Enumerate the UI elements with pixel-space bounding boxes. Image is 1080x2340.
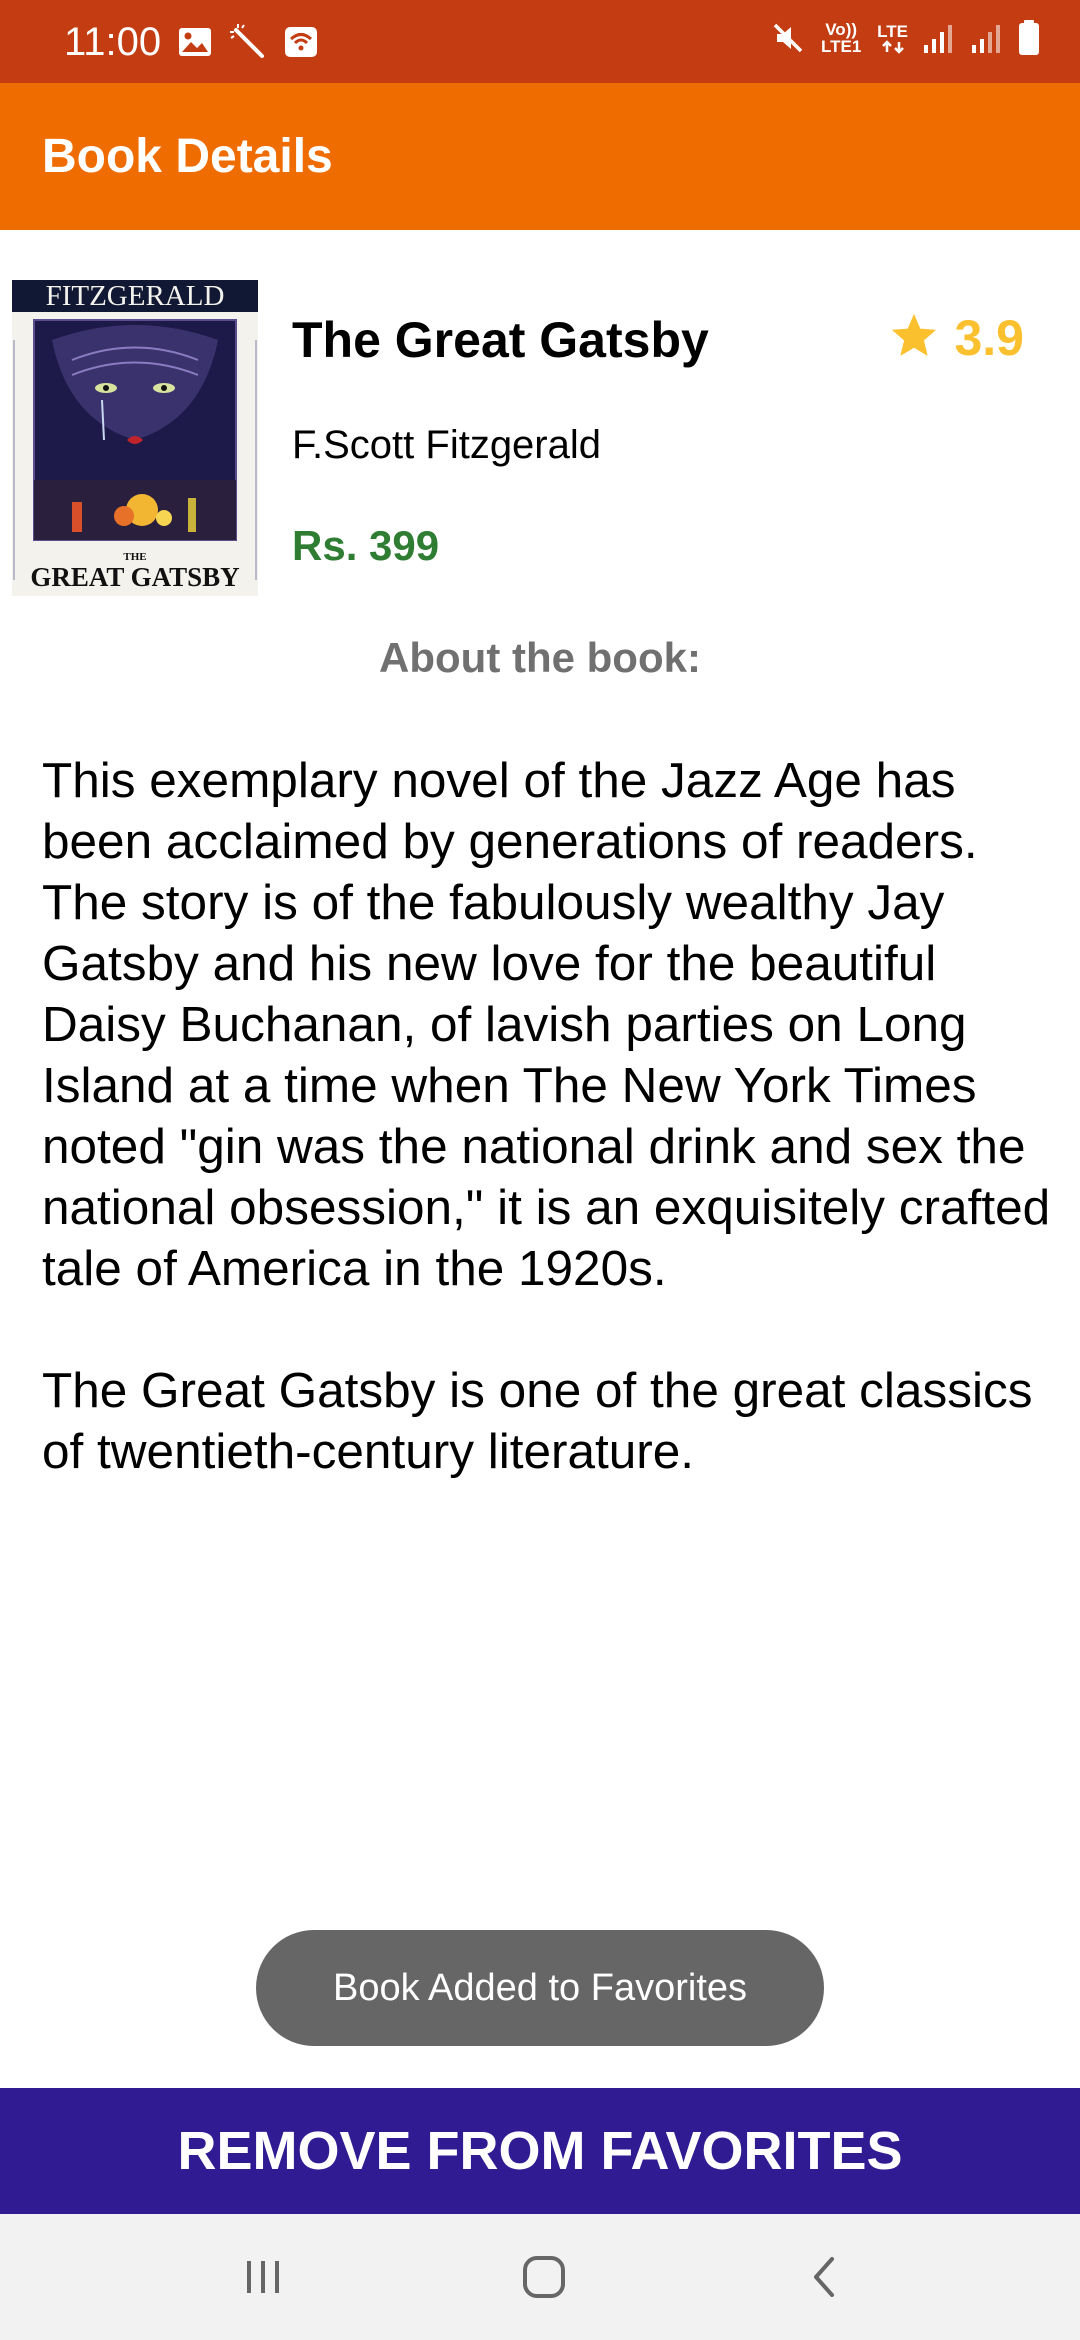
- home-icon[interactable]: [514, 2247, 574, 2307]
- book-title: The Great Gatsby: [292, 312, 709, 368]
- book-price: Rs. 399: [292, 522, 440, 569]
- status-right-icons: Vo)) LTE1 LTE: [771, 20, 1040, 56]
- remove-from-favorites-button[interactable]: REMOVE FROM FAVORITES: [0, 2088, 1080, 2214]
- cover-top-text: FITZGERALD: [46, 280, 225, 312]
- back-icon[interactable]: [796, 2247, 856, 2307]
- magic-wand-icon: [230, 24, 266, 60]
- volte-icon: Vo)) LTE1: [820, 20, 862, 56]
- signal-icon: [970, 21, 1004, 55]
- lte-icon: LTE: [877, 23, 908, 54]
- toast-message: Book Added to Favorites: [256, 1930, 824, 2046]
- rating: 3.9: [888, 308, 1024, 368]
- page-title: Book Details: [42, 130, 333, 183]
- battery-icon: [1018, 20, 1040, 56]
- cover-bottom-text: GREAT GATSBY: [30, 562, 239, 592]
- status-bar: 11:00 Vo)) LTE1 LTE: [0, 0, 1080, 83]
- about-heading: About the book:: [379, 634, 701, 681]
- lte-label: LTE: [877, 21, 908, 41]
- book-cover-image: FITZGERALD THE GREAT GATSBY: [12, 280, 258, 596]
- signal-icon: [922, 21, 956, 55]
- rating-value: 3.9: [954, 310, 1024, 366]
- book-description: This exemplary novel of the Jazz Age has…: [42, 753, 1051, 1479]
- image-icon: [178, 27, 212, 57]
- book-author: F.Scott Fitzgerald: [292, 423, 602, 467]
- app-bar: Book Details: [0, 83, 1080, 230]
- status-left-icons: [178, 24, 318, 60]
- recent-apps-icon[interactable]: [233, 2247, 293, 2307]
- star-icon: [888, 310, 940, 367]
- navigation-bar: [0, 2214, 1080, 2340]
- mute-icon: [771, 21, 805, 55]
- status-time: 11:00: [64, 20, 162, 64]
- wifi-calling-icon: [284, 26, 318, 58]
